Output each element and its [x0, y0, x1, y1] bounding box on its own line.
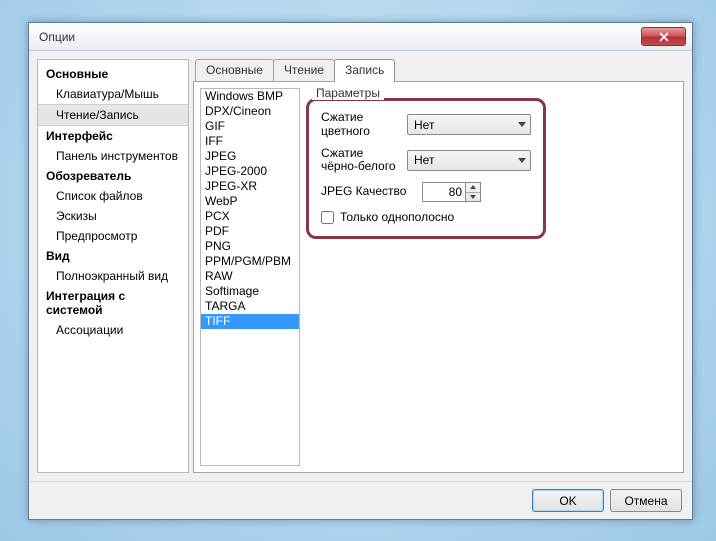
sidebar-heading: Интерфейс	[38, 126, 188, 146]
dialog-footer: OK Отмена	[29, 481, 692, 519]
sidebar-item[interactable]: Чтение/Запись	[38, 104, 188, 126]
format-item[interactable]: DPX/Cineon	[201, 104, 299, 119]
format-item[interactable]: Softimage	[201, 284, 299, 299]
format-item[interactable]: PCX	[201, 209, 299, 224]
sidebar-item[interactable]: Список файлов	[38, 186, 188, 206]
format-item[interactable]: TIFF	[201, 314, 299, 329]
sidebar-item[interactable]: Эскизы	[38, 206, 188, 226]
sidebar-item[interactable]: Предпросмотр	[38, 226, 188, 246]
sidebar-heading: Обозреватель	[38, 166, 188, 186]
tab[interactable]: Основные	[195, 59, 274, 81]
sidebar-heading: Основные	[38, 64, 188, 84]
sidebar: ОсновныеКлавиатура/МышьЧтение/ЗаписьИнте…	[37, 59, 189, 473]
sidebar-item[interactable]: Полноэкранный вид	[38, 266, 188, 286]
sidebar-item[interactable]: Клавиатура/Мышь	[38, 84, 188, 104]
format-item[interactable]: Windows BMP	[201, 89, 299, 104]
chevron-down-icon	[470, 195, 476, 199]
format-item[interactable]: RAW	[201, 269, 299, 284]
window-title: Опции	[35, 30, 641, 44]
parameters-legend: Параметры	[312, 86, 384, 100]
format-item[interactable]: JPEG-2000	[201, 164, 299, 179]
sidebar-item[interactable]: Панель инструментов	[38, 146, 188, 166]
tab[interactable]: Чтение	[273, 59, 335, 81]
jpeg-quality-label: JPEG Качество	[321, 185, 416, 199]
main-panel: ОсновныеЧтениеЗапись Windows BMPDPX/Cine…	[193, 59, 684, 473]
format-item[interactable]: PDF	[201, 224, 299, 239]
format-item[interactable]: JPEG-XR	[201, 179, 299, 194]
single-strip-checkbox[interactable]	[321, 211, 334, 224]
chevron-down-icon	[518, 122, 526, 127]
dialog-content: ОсновныеКлавиатура/МышьЧтение/ЗаписьИнте…	[29, 51, 692, 481]
format-item[interactable]: GIF	[201, 119, 299, 134]
format-item[interactable]: WebP	[201, 194, 299, 209]
format-item[interactable]: PNG	[201, 239, 299, 254]
color-compression-value: Нет	[414, 118, 434, 132]
color-compression-label: Сжатие цветного	[321, 111, 401, 139]
single-strip-label: Только однополосно	[340, 210, 454, 224]
tab-body: Windows BMPDPX/CineonGIFIFFJPEGJPEG-2000…	[193, 81, 684, 473]
sidebar-item[interactable]: Ассоциации	[38, 320, 188, 340]
bw-compression-value: Нет	[414, 153, 434, 167]
titlebar: Опции	[29, 23, 692, 51]
close-icon	[659, 32, 669, 42]
format-item[interactable]: PPM/PGM/PBM	[201, 254, 299, 269]
parameters-group: Параметры Сжатие цветного Нет Сжатие чёр…	[306, 88, 677, 466]
ok-button[interactable]: OK	[532, 489, 604, 512]
parameters-highlight: Сжатие цветного Нет Сжатие чёрно-белого …	[306, 98, 546, 239]
chevron-up-icon	[470, 185, 476, 189]
spin-down-button[interactable]	[466, 193, 480, 202]
sidebar-heading: Вид	[38, 246, 188, 266]
format-item[interactable]: TARGA	[201, 299, 299, 314]
tab[interactable]: Запись	[334, 59, 395, 82]
format-item[interactable]: JPEG	[201, 149, 299, 164]
close-button[interactable]	[641, 27, 686, 46]
color-compression-select[interactable]: Нет	[407, 114, 531, 135]
jpeg-quality-input[interactable]	[422, 182, 466, 202]
tab-strip: ОсновныеЧтениеЗапись	[193, 59, 684, 81]
cancel-button[interactable]: Отмена	[610, 489, 682, 512]
chevron-down-icon	[518, 158, 526, 163]
spin-up-button[interactable]	[466, 183, 480, 193]
jpeg-quality-spinner[interactable]	[466, 182, 481, 202]
bw-compression-label: Сжатие чёрно-белого	[321, 147, 401, 175]
options-dialog: Опции ОсновныеКлавиатура/МышьЧтение/Запи…	[28, 22, 693, 520]
bw-compression-select[interactable]: Нет	[407, 150, 531, 171]
format-item[interactable]: IFF	[201, 134, 299, 149]
format-list[interactable]: Windows BMPDPX/CineonGIFIFFJPEGJPEG-2000…	[200, 88, 300, 466]
sidebar-heading: Интеграция с системой	[38, 286, 188, 320]
